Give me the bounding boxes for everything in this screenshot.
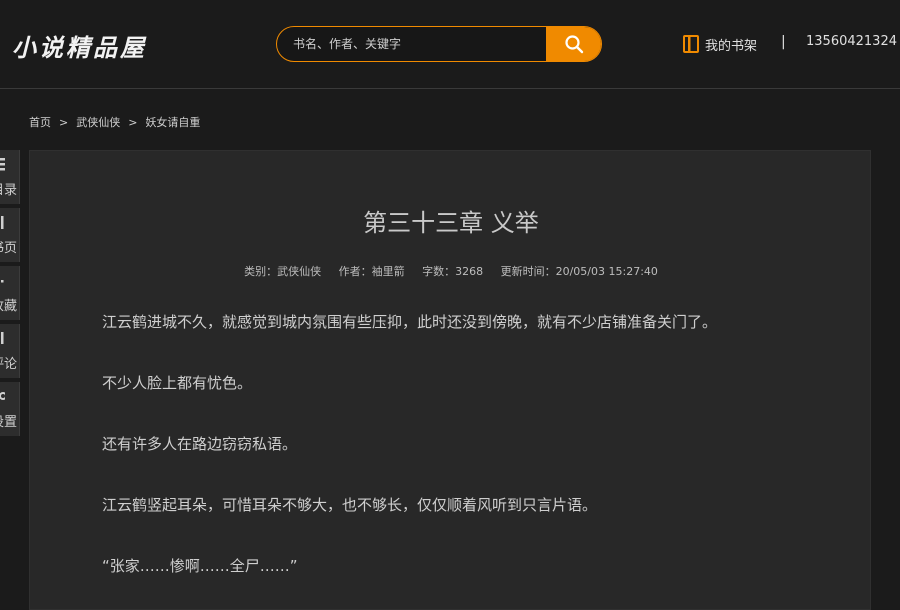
sidebar-item-book-page[interactable]: 书页 [0, 208, 20, 262]
comment-icon [1, 332, 4, 344]
bookshelf-icon [683, 35, 699, 53]
user-account[interactable]: 13560421324 [806, 34, 897, 49]
bookmark-icon [1, 280, 4, 283]
chapter-meta: 类别：武侠仙侠 作者：袖里箭 字数：3268 更新时间：20/05/03 15:… [30, 263, 872, 279]
search-bar [276, 26, 602, 62]
search-icon [564, 35, 583, 54]
chapter-title: 第三十三章 义举 [363, 209, 539, 237]
chapter-paragraph: 还有许多人在路边窃窃私语。 [102, 435, 298, 453]
breadcrumb-separator: > [59, 115, 69, 129]
chapter-paragraph: 江云鹤进城不久，就感觉到城内氛围有些压抑，此时还没到傍晚，就有不少店铺准备关门了… [102, 313, 718, 331]
sidebar-item-label: 书页 [0, 241, 18, 256]
sidebar-item-comments[interactable]: 评论 [0, 324, 20, 378]
meta-updated: 更新时间：20/05/03 15:27:40 [500, 265, 658, 278]
list-icon [0, 158, 5, 171]
sidebar-item-contents[interactable]: 目录 [0, 150, 20, 204]
header-divider: | [781, 34, 786, 50]
sidebar-item-settings[interactable]: 设置 [0, 382, 20, 436]
meta-word-count: 字数：3268 [422, 265, 484, 278]
top-header: 小说精品屋 我的书架 | 13560421324 [0, 0, 900, 89]
bookshelf-label: 我的书架 [705, 38, 758, 54]
breadcrumb-category[interactable]: 武侠仙侠 [76, 114, 120, 130]
sidebar-item-label: 设置 [0, 415, 18, 430]
sidebar-item-favorite[interactable]: 收藏 [0, 266, 20, 320]
meta-category: 类别：武侠仙侠 [244, 265, 322, 278]
sidebar-item-label: 评论 [0, 357, 18, 372]
breadcrumb: 首页 > 武侠仙侠 > 妖女请自重 [29, 114, 200, 130]
search-button[interactable] [546, 27, 601, 61]
book-icon [1, 216, 4, 229]
breadcrumb-book[interactable]: 妖女请自重 [145, 114, 200, 130]
breadcrumb-separator: > [128, 115, 138, 129]
settings-icon [0, 392, 5, 400]
bookshelf-link[interactable]: 我的书架 [683, 34, 757, 54]
chapter-paragraph: 不少人脸上都有忧色。 [102, 374, 253, 392]
reader-sidebar: 目录 书页 收藏 评论 设置 [0, 150, 20, 440]
sidebar-item-label: 收藏 [0, 299, 18, 314]
meta-author: 作者：袖里箭 [338, 265, 405, 278]
chapter-paragraph: 江云鹤竖起耳朵，可惜耳朵不够大，也不够长，仅仅顺着风听到只言片语。 [102, 496, 598, 514]
search-input[interactable] [277, 27, 547, 61]
breadcrumb-home[interactable]: 首页 [29, 114, 51, 130]
chapter-paragraph: “张家……惨啊……全尸……” [102, 557, 298, 575]
site-logo[interactable]: 小说精品屋 [12, 28, 147, 63]
sidebar-item-label: 目录 [0, 183, 18, 198]
chapter-panel: 第三十三章 义举 类别：武侠仙侠 作者：袖里箭 字数：3268 更新时间：20/… [29, 150, 871, 610]
